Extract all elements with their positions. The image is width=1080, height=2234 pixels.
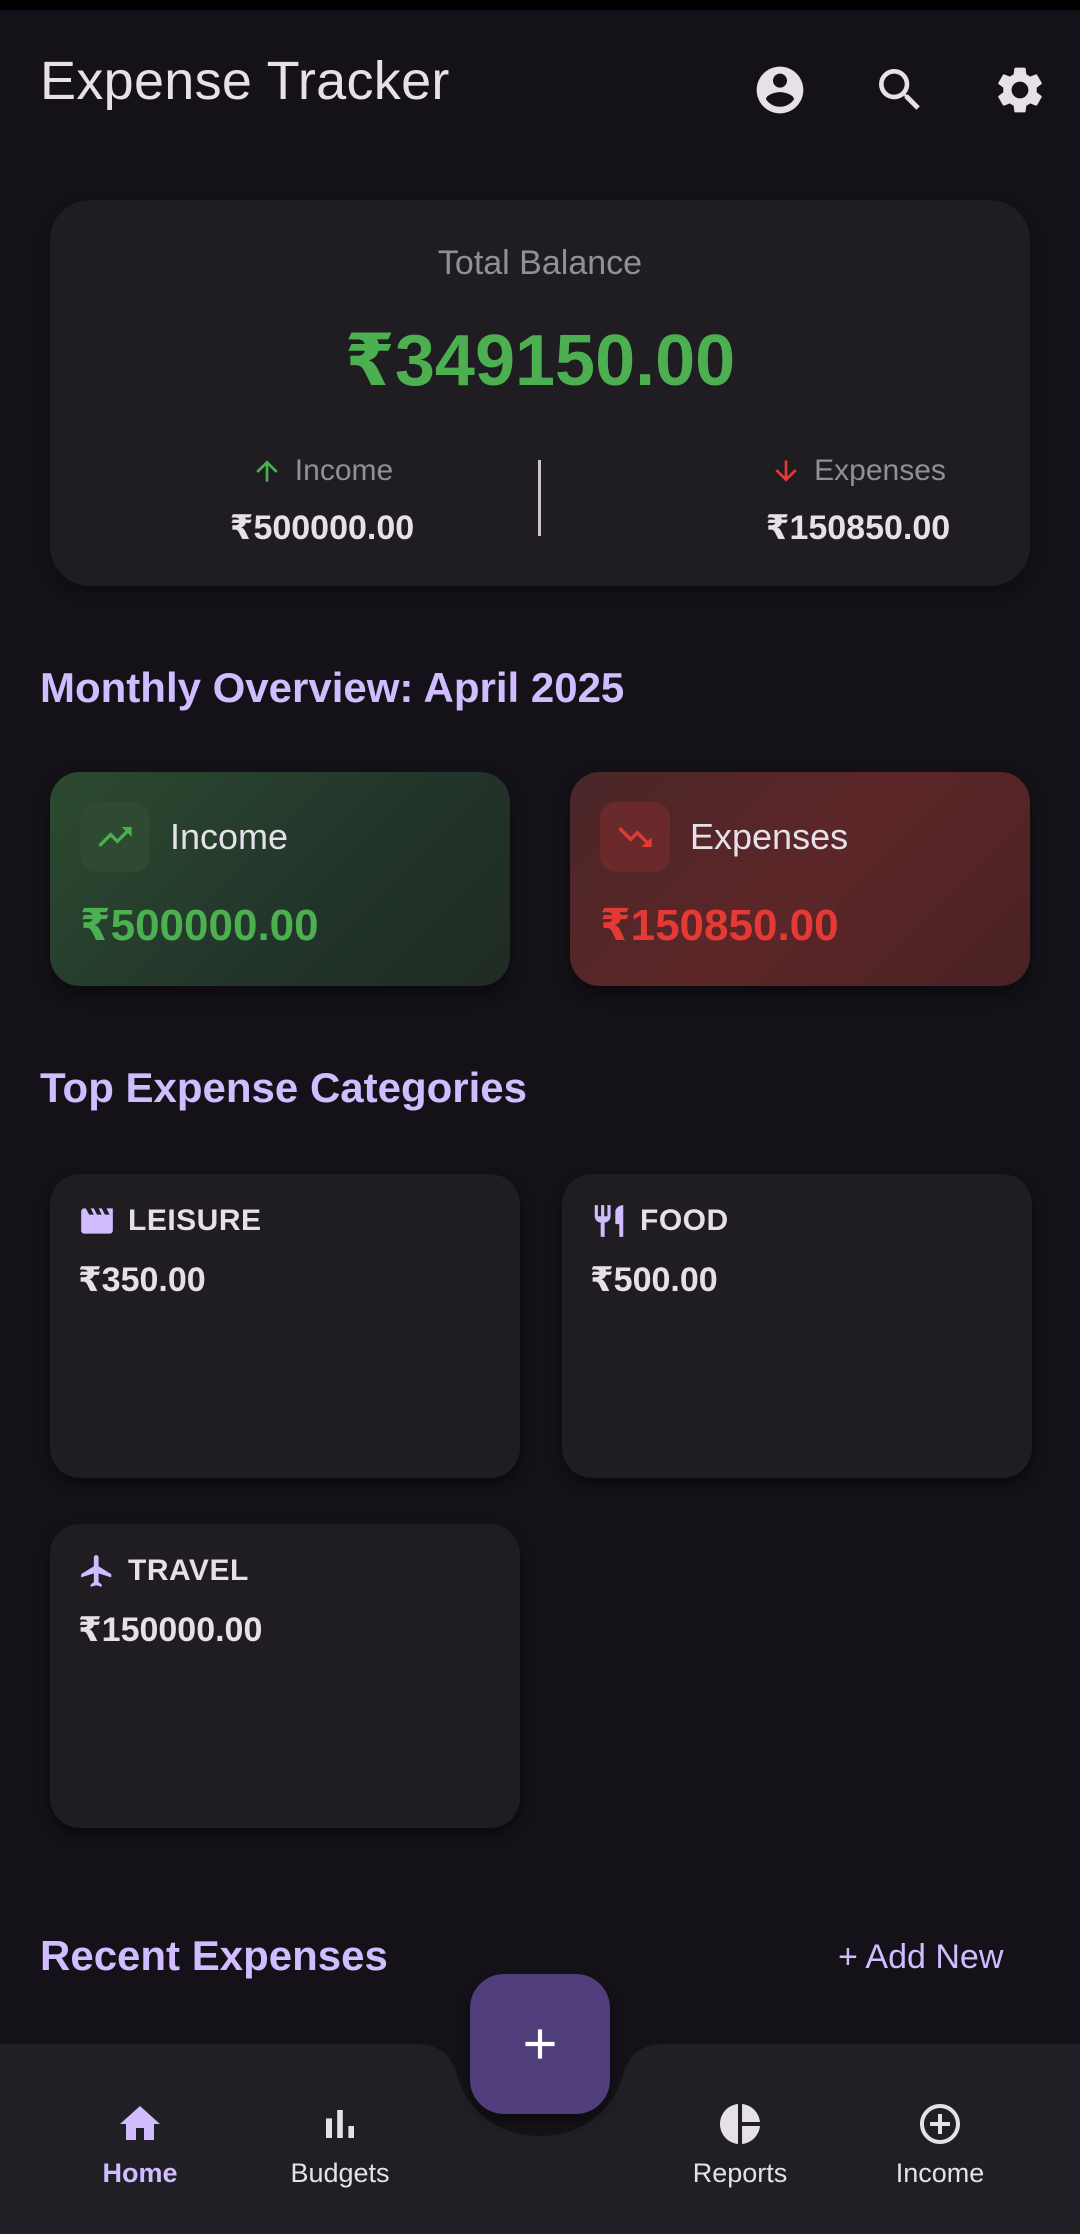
status-bar (0, 0, 1080, 10)
category-name: FOOD (640, 1204, 729, 1237)
arrow-up-icon (256, 460, 278, 482)
add-expense-fab[interactable] (470, 1974, 610, 2114)
overview-expenses-card[interactable]: Expenses ₹150850.00 (570, 772, 1030, 986)
search-icon[interactable] (860, 50, 940, 130)
plus-icon (525, 2029, 555, 2059)
settings-icon[interactable] (980, 50, 1060, 130)
divider (538, 460, 541, 536)
overview-income-label: Income (170, 816, 289, 857)
account-circle-icon[interactable] (740, 50, 820, 130)
balance-income-label: Income (294, 454, 394, 487)
nav-label: Reports (692, 2158, 788, 2188)
nav-label: Home (102, 2158, 178, 2188)
category-amount: ₹150000.00 (78, 1611, 263, 1649)
balance-card: Total Balance ₹349150.00 Income ₹500000.… (50, 200, 1030, 586)
overview-income-card[interactable]: Income ₹500000.00 (50, 772, 510, 986)
app-title: Expense Tracker (40, 51, 450, 111)
balance-expenses: Expenses ₹150850.00 (648, 454, 1068, 548)
bar-chart-icon (326, 2110, 354, 2138)
home-icon (120, 2106, 160, 2140)
balance-income: Income ₹500000.00 (112, 454, 532, 548)
pie-chart-icon (720, 2104, 760, 2144)
balance-income-value: ₹500000.00 (229, 509, 415, 547)
nav-budgets[interactable]: Budgets (270, 2100, 410, 2189)
flight-icon (81, 1555, 112, 1587)
nav-label: Income (895, 2158, 985, 2188)
trending-up-icon (80, 802, 150, 872)
balance-amount: ₹349150.00 (344, 321, 736, 401)
balance-expenses-value: ₹150850.00 (765, 509, 951, 547)
balance-expenses-label: Expenses (814, 454, 946, 487)
add-circle-icon (920, 2104, 960, 2144)
add-new-button[interactable]: + Add New (838, 1938, 1003, 1977)
movie-icon (81, 1208, 113, 1234)
arrow-down-icon (775, 460, 797, 482)
trending-down-icon (600, 802, 670, 872)
category-name: LEISURE (128, 1204, 262, 1237)
overview-income-value: ₹500000.00 (80, 901, 319, 950)
recent-title: Recent Expenses (40, 1932, 388, 1979)
category-amount: ₹500.00 (590, 1261, 718, 1299)
category-amount: ₹350.00 (78, 1261, 206, 1299)
nav-label: Budgets (290, 2158, 390, 2188)
app-bar: Expense Tracker (0, 10, 1080, 150)
overview-title: Monthly Overview: April 2025 (40, 664, 625, 711)
overview-expenses-value: ₹150850.00 (600, 901, 839, 950)
category-card-leisure[interactable]: LEISURE ₹350.00 (50, 1174, 520, 1478)
category-card-travel[interactable]: TRAVEL ₹150000.00 (50, 1524, 520, 1828)
nav-reports[interactable]: Reports (670, 2100, 810, 2189)
overview-expenses-label: Expenses (690, 816, 849, 857)
category-card-food[interactable]: FOOD ₹500.00 (562, 1174, 1032, 1478)
nav-home[interactable]: Home (70, 2100, 210, 2189)
nav-income[interactable]: Income (870, 2100, 1010, 2189)
category-name: TRAVEL (128, 1554, 249, 1587)
balance-label: Total Balance (437, 244, 643, 282)
restaurant-icon (594, 1205, 624, 1237)
categories-title: Top Expense Categories (40, 1064, 528, 1111)
